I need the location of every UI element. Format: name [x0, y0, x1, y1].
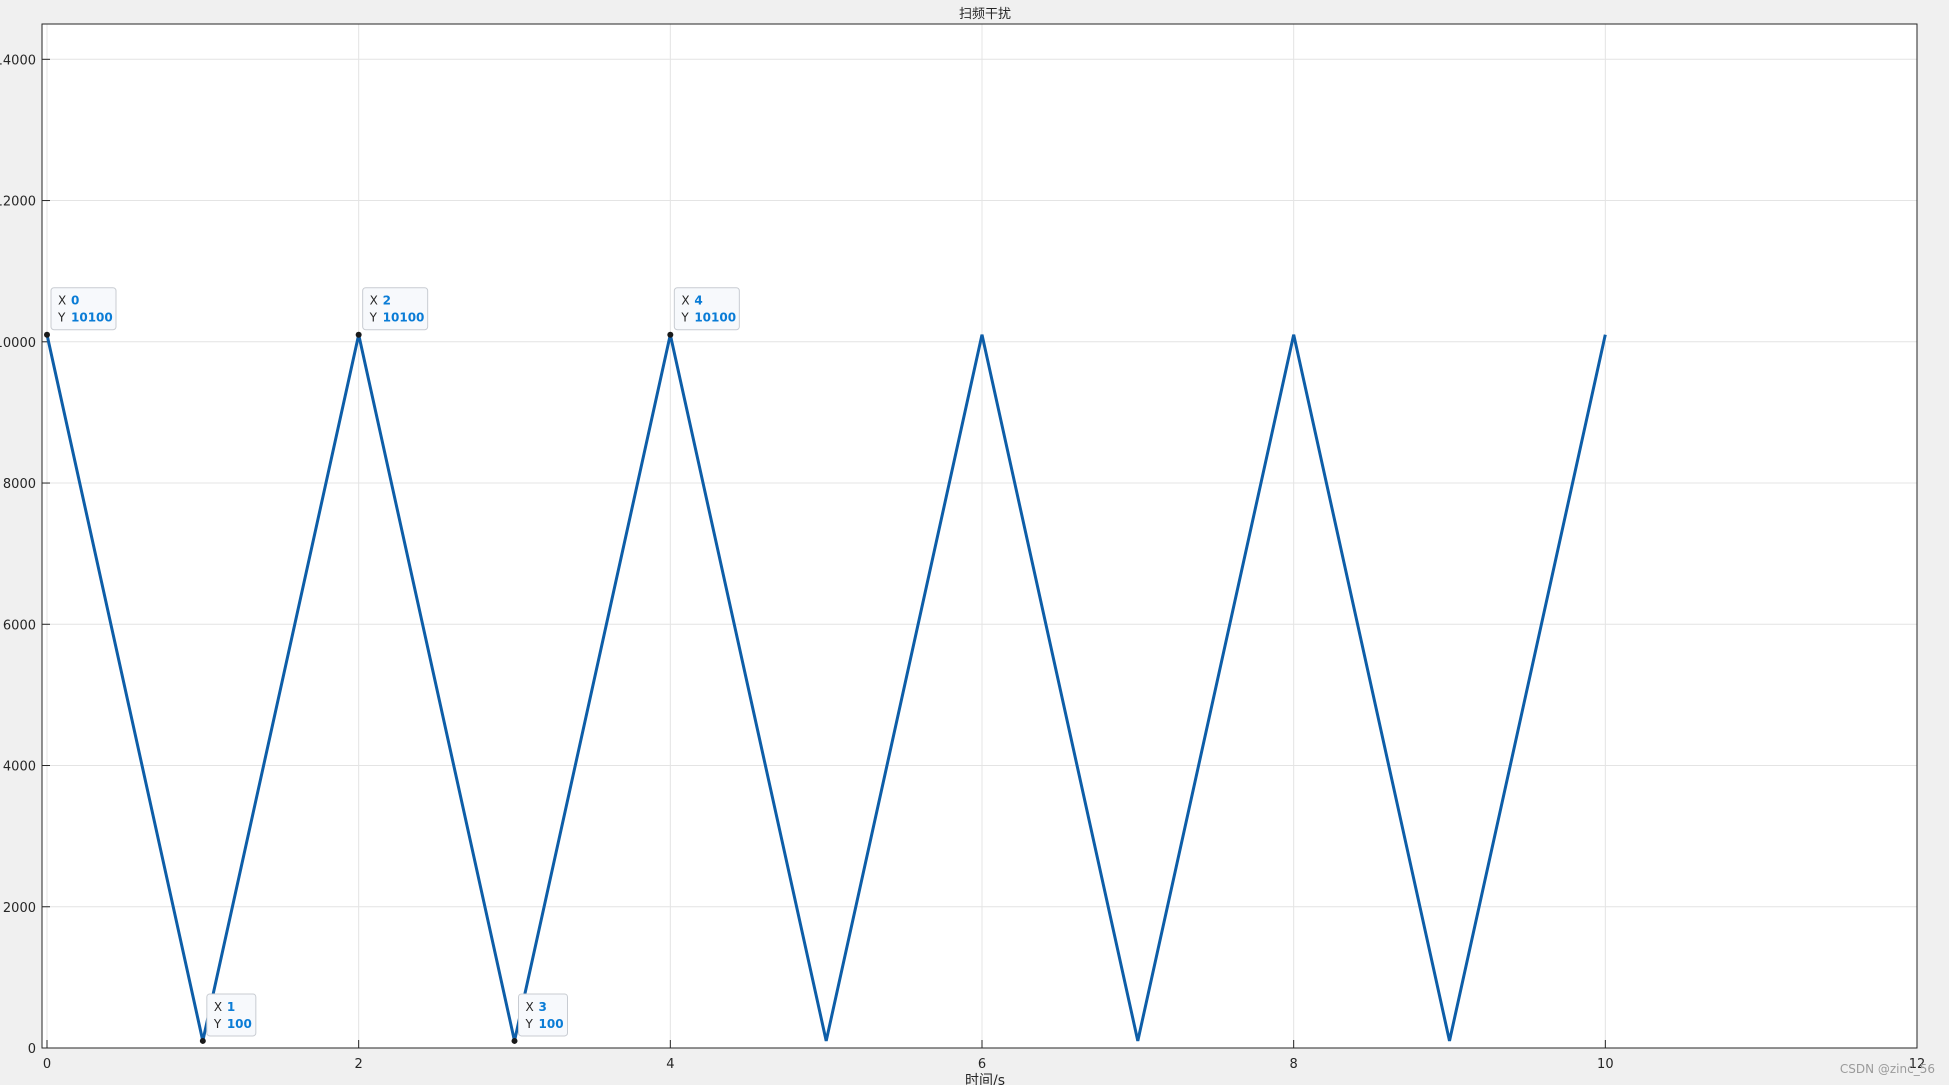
datatip-marker[interactable] [667, 331, 674, 338]
x-tick-label: 2 [355, 1057, 363, 1072]
datatip-x-value: 2 [383, 294, 391, 308]
datatip-x-value: 0 [71, 294, 79, 308]
y-tick-label: 14000 [0, 53, 36, 68]
y-tick-label: 2000 [3, 901, 36, 916]
datatip-y-key: Y [369, 311, 378, 325]
datatip-y-key: Y [57, 311, 66, 325]
datatip-y-value: 10100 [694, 311, 736, 325]
datatip-y-key: Y [525, 1017, 534, 1031]
datatip-x-value: 3 [539, 1000, 547, 1014]
datatip-marker[interactable] [511, 1037, 518, 1044]
datatip-y-value: 10100 [383, 311, 425, 325]
datatip-marker[interactable] [199, 1037, 206, 1044]
y-tick-label: 12000 [0, 195, 36, 210]
chart-title: 扫频干扰 [959, 7, 1011, 22]
datatip-marker[interactable] [355, 331, 362, 338]
datatip-y-key: Y [213, 1017, 222, 1031]
datatip-y-value: 100 [539, 1017, 564, 1031]
figure-canvas: 0246810120200040006000800010000120001400… [0, 7, 1935, 1085]
datatip-y-value: 10100 [71, 311, 113, 325]
x-axis-label: 时间/s [965, 1073, 1005, 1085]
datatip-x-key: X [214, 1000, 222, 1014]
x-tick-label: 8 [1290, 1057, 1298, 1072]
y-tick-label: 0 [28, 1042, 36, 1057]
x-tick-label: 6 [978, 1057, 986, 1072]
datatip-x-key: X [58, 294, 66, 308]
datatip-y-value: 100 [227, 1017, 252, 1031]
x-tick-label: 0 [43, 1057, 51, 1072]
x-tick-label: 10 [1597, 1057, 1614, 1072]
datatip-x-value: 4 [694, 294, 702, 308]
y-tick-label: 8000 [3, 477, 36, 492]
datatip-y-key: Y [680, 311, 689, 325]
datatip-x-key: X [526, 1000, 534, 1014]
y-tick-label: 6000 [3, 618, 36, 633]
datatip-x-value: 1 [227, 1000, 235, 1014]
datatip-x-key: X [681, 294, 689, 308]
watermark: CSDN @zinc_56 [1840, 1062, 1935, 1076]
x-tick-label: 4 [666, 1057, 674, 1072]
axes-background [42, 24, 1917, 1048]
datatip-marker[interactable] [44, 331, 50, 338]
y-tick-label: 4000 [3, 760, 36, 775]
datatip-x-key: X [370, 294, 378, 308]
y-tick-label: 10000 [0, 336, 36, 351]
